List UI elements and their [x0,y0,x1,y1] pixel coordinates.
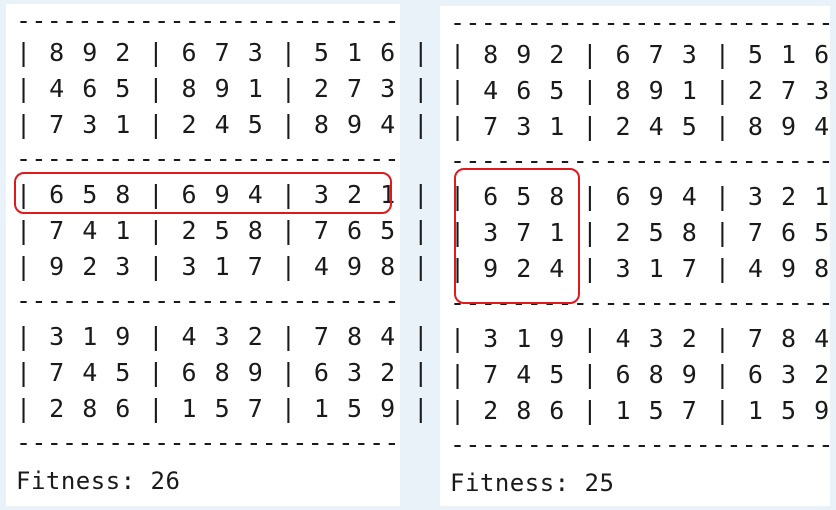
left-sudoku-panel: ------------------------- | 8 9 2 | 6 7 … [6,4,428,506]
grid-row-2: | 4 6 5 | 8 9 1 | 2 7 3 | [450,76,836,105]
separator-line: ------------------------- [450,146,834,175]
grid-row-5: | 3 7 1 | 2 5 8 | 7 6 5 | [450,218,836,247]
grid-row-4: | 6 5 8 | 6 9 4 | 3 2 1 | [16,180,430,209]
separator-line: ------------------------- [16,144,400,173]
grid-row-4: | 6 5 8 | 6 9 4 | 3 2 1 | [450,182,836,211]
grid-row-1: | 8 9 2 | 6 7 3 | 5 1 6 | [450,40,836,69]
grid-row-1: | 8 9 2 | 6 7 3 | 5 1 6 | [16,38,430,67]
fitness-label: Fitness: 26 [16,467,181,495]
separator-line: ------------------------- [450,8,834,37]
grid-row-8: | 7 4 5 | 6 8 9 | 6 3 2 | [16,358,430,387]
grid-row-3: | 7 3 1 | 2 4 5 | 8 9 4 | [16,110,430,139]
grid-row-5: | 7 4 1 | 2 5 8 | 7 6 5 | [16,216,430,245]
fitness-label: Fitness: 25 [450,469,615,497]
separator-line: ------------------------- [450,430,834,459]
separator-line: ------------------------- [16,6,400,35]
grid-row-7: | 3 1 9 | 4 3 2 | 7 8 4 | [16,322,430,351]
grid-row-8: | 7 4 5 | 6 8 9 | 6 3 2 | [450,360,836,389]
grid-row-7: | 3 1 9 | 4 3 2 | 7 8 4 | [450,324,836,353]
grid-row-6: | 9 2 3 | 3 1 7 | 4 9 8 | [16,252,430,281]
separator-line: ------------------------- [16,428,400,457]
right-sudoku-panel: ------------------------- | 8 9 2 | 6 7 … [440,6,833,506]
grid-row-9: | 2 8 6 | 1 5 7 | 1 5 9 | [16,394,430,423]
separator-line: ------------------------- [16,286,400,315]
grid-row-6: | 9 2 4 | 3 1 7 | 4 9 8 | [450,254,836,283]
grid-row-2: | 4 6 5 | 8 9 1 | 2 7 3 | [16,74,430,103]
grid-row-3: | 7 3 1 | 2 4 5 | 8 9 4 | [450,112,836,141]
separator-line: ------------------------- [450,288,834,317]
grid-row-9: | 2 8 6 | 1 5 7 | 1 5 9 | [450,396,836,425]
